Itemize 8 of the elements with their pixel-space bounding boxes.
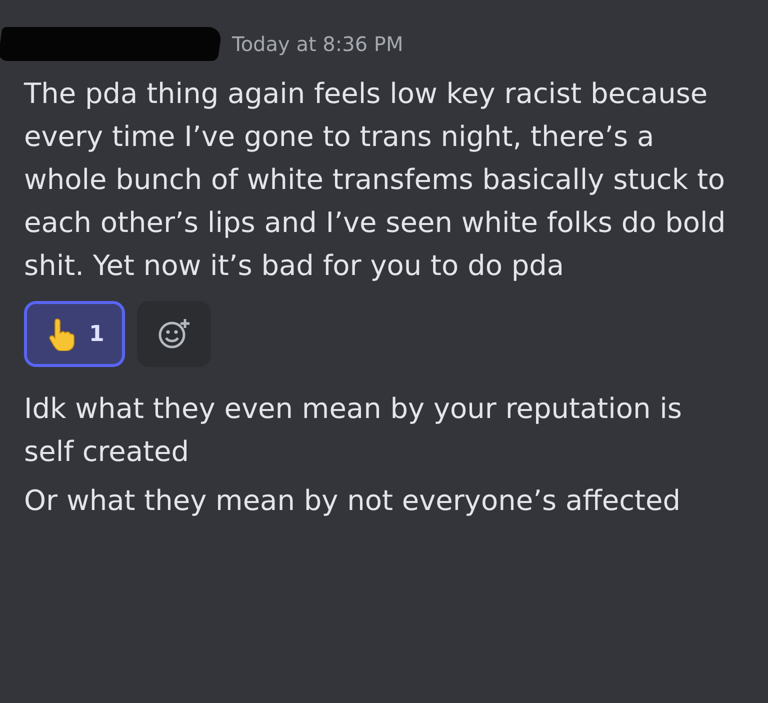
message-text: Idk what they even mean by your reputation is self created [24,391,684,470]
add-reaction-button[interactable] [137,301,212,367]
message-text: Or what they mean by not everyone’s affected [24,483,682,519]
reaction-button[interactable]: 1 [24,301,126,367]
add-reaction-icon [157,318,192,350]
message-timestamp: Today at 8:36 PM [232,32,404,56]
message-text: The pda thing again feels low key racist because every time I’ve gone to trans night, there’s a whole bunch of white transfems basically stuck to each other’s lips and I’ve seen white folks do bold shit. Yet now it’s bad for you to do pda [24,76,727,284]
pointing-hand-icon [49,317,75,351]
